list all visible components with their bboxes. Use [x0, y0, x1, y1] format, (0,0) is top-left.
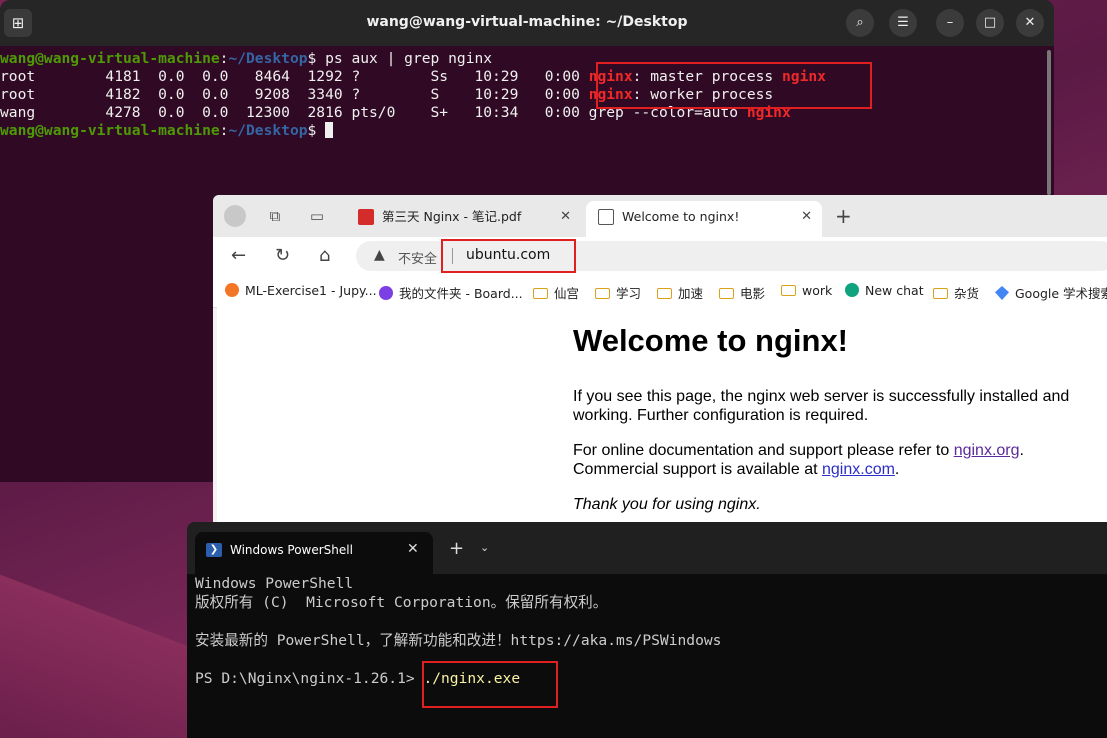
bookmark-folder[interactable]: 学习	[595, 283, 641, 302]
bookmarks-bar: ML-Exercise1 - Jupy... 我的文件夹 - Board... …	[213, 275, 1107, 308]
tab-welcome-nginx[interactable]: Welcome to nginx! ✕	[586, 201, 822, 237]
powershell-tab[interactable]: ❯ Windows PowerShell ✕	[195, 532, 433, 574]
folder-icon	[533, 288, 548, 299]
scholar-icon	[995, 286, 1009, 300]
minimize-button[interactable]: –	[936, 9, 964, 37]
nginx-com-link[interactable]: nginx.com	[822, 461, 895, 478]
url-text[interactable]: ubuntu.com	[466, 247, 550, 263]
chatgpt-icon	[845, 283, 859, 297]
new-tab-button[interactable]: +	[835, 204, 852, 228]
bookmark-item[interactable]: Google 学术搜索	[995, 283, 1107, 302]
terminal-command-line: wang@wang-virtual-machine:~/Desktop$ ps …	[0, 50, 493, 67]
powershell-window[interactable]: ❯ Windows PowerShell ✕ + ⌄ Windows Power…	[187, 522, 1107, 738]
bookmark-item[interactable]: 我的文件夹 - Board...	[379, 283, 523, 302]
folder-icon	[657, 288, 672, 299]
page-paragraph-links: For online documentation and support ple…	[573, 442, 1024, 478]
close-tab-icon[interactable]: ✕	[560, 201, 571, 233]
address-bar[interactable]: ▲ 不安全 ubuntu.com	[356, 241, 1107, 271]
terminal-process-row: root 4182 0.0 0.0 9208 3340 ? S 10:29 0:…	[0, 86, 774, 103]
close-tab-icon[interactable]: ✕	[801, 201, 812, 233]
collections-icon[interactable]: ⧉	[265, 206, 285, 226]
console-line: 安装最新的 PowerShell，了解新功能和改进！https://aka.ms…	[195, 632, 722, 649]
browser-tab-bar: ⧉ ▭ 第三天 Nginx - 笔记.pdf ✕ Welcome to ngin…	[213, 195, 1107, 237]
close-button[interactable]: ✕	[1016, 9, 1044, 37]
back-arrow-icon[interactable]: ←	[231, 245, 246, 266]
board-icon	[379, 286, 393, 300]
terminal-process-row: wang 4278 0.0 0.0 12300 2816 pts/0 S+ 10…	[0, 104, 791, 121]
folder-icon	[933, 288, 948, 299]
powershell-output[interactable]: Windows PowerShell 版权所有 (C) Microsoft Cor…	[195, 574, 721, 688]
console-line: ​	[195, 650, 721, 669]
new-tab-button[interactable]: +	[449, 538, 464, 559]
tab-title: Welcome to nginx!	[622, 209, 740, 224]
powershell-tab-bar: ❯ Windows PowerShell ✕ + ⌄	[187, 522, 1107, 574]
bookmark-folder[interactable]: work	[781, 283, 832, 298]
console-command: ./nginx.exe	[423, 670, 521, 687]
folder-icon	[719, 288, 734, 299]
folder-icon	[595, 288, 610, 299]
page-thanks: Thank you for using nginx.	[573, 496, 761, 513]
bookmark-folder[interactable]: 仙宫	[533, 283, 579, 302]
jupyter-icon	[225, 283, 239, 297]
pdf-icon	[358, 209, 374, 225]
search-icon[interactable]: ⌕	[846, 9, 874, 37]
console-line: Windows PowerShell	[195, 575, 354, 592]
browser-window[interactable]: ⧉ ▭ 第三天 Nginx - 笔记.pdf ✕ Welcome to ngin…	[213, 195, 1107, 535]
bookmark-folder[interactable]: 杂货	[933, 283, 979, 302]
terminal-scrollbar[interactable]	[1047, 50, 1051, 195]
terminal-cursor	[325, 122, 334, 138]
vertical-tabs-icon[interactable]: ▭	[307, 206, 327, 226]
web-page-content: Welcome to nginx! If you see this page, …	[217, 305, 1107, 535]
not-secure-label[interactable]: 不安全	[398, 248, 437, 267]
page-icon	[598, 209, 614, 225]
home-icon[interactable]: ⌂	[319, 245, 330, 266]
maximize-button[interactable]: □	[976, 9, 1004, 37]
tab-title: 第三天 Nginx - 笔记.pdf	[382, 209, 522, 224]
bookmark-item[interactable]: New chat	[845, 283, 924, 298]
page-paragraph: If you see this page, the nginx web serv…	[573, 388, 1070, 424]
nginx-org-link[interactable]: nginx.org	[954, 442, 1020, 459]
reload-icon[interactable]: ↻	[275, 245, 290, 266]
hamburger-menu-icon[interactable]: ☰	[889, 9, 917, 37]
tab-nginx-notes-pdf[interactable]: 第三天 Nginx - 笔记.pdf ✕	[346, 201, 581, 237]
close-tab-icon[interactable]: ✕	[407, 541, 419, 557]
page-heading: Welcome to nginx!	[573, 323, 849, 358]
bookmark-item[interactable]: ML-Exercise1 - Jupy...	[225, 283, 377, 298]
terminal-prompt-line: wang@wang-virtual-machine:~/Desktop$	[0, 122, 1044, 140]
terminal-header-bar: ⊞ wang@wang-virtual-machine: ~/Desktop ⌕…	[0, 0, 1054, 46]
bookmark-folder[interactable]: 加速	[657, 283, 703, 302]
powershell-icon: ❯	[206, 543, 222, 557]
console-prompt-line: PS D:\Nginx\nginx-1.26.1> ./nginx.exe	[195, 670, 521, 687]
tab-title: Windows PowerShell	[230, 543, 353, 557]
console-line: ​	[195, 612, 721, 631]
console-line: 版权所有 (C) Microsoft Corporation。保留所有权利。	[195, 594, 608, 611]
terminal-process-row: root 4181 0.0 0.0 8464 1292 ? Ss 10:29 0…	[0, 68, 826, 85]
folder-icon	[781, 285, 796, 296]
browser-nav-bar: ← ↻ ⌂ ▲ 不安全 ubuntu.com	[213, 237, 1107, 275]
bookmark-folder[interactable]: 电影	[719, 283, 765, 302]
terminal-output[interactable]: wang@wang-virtual-machine:~/Desktop$ ps …	[0, 50, 1044, 140]
warning-icon[interactable]: ▲	[374, 247, 385, 263]
profile-avatar-icon[interactable]	[224, 205, 246, 227]
chevron-down-icon[interactable]: ⌄	[480, 541, 489, 554]
address-divider	[452, 248, 453, 264]
